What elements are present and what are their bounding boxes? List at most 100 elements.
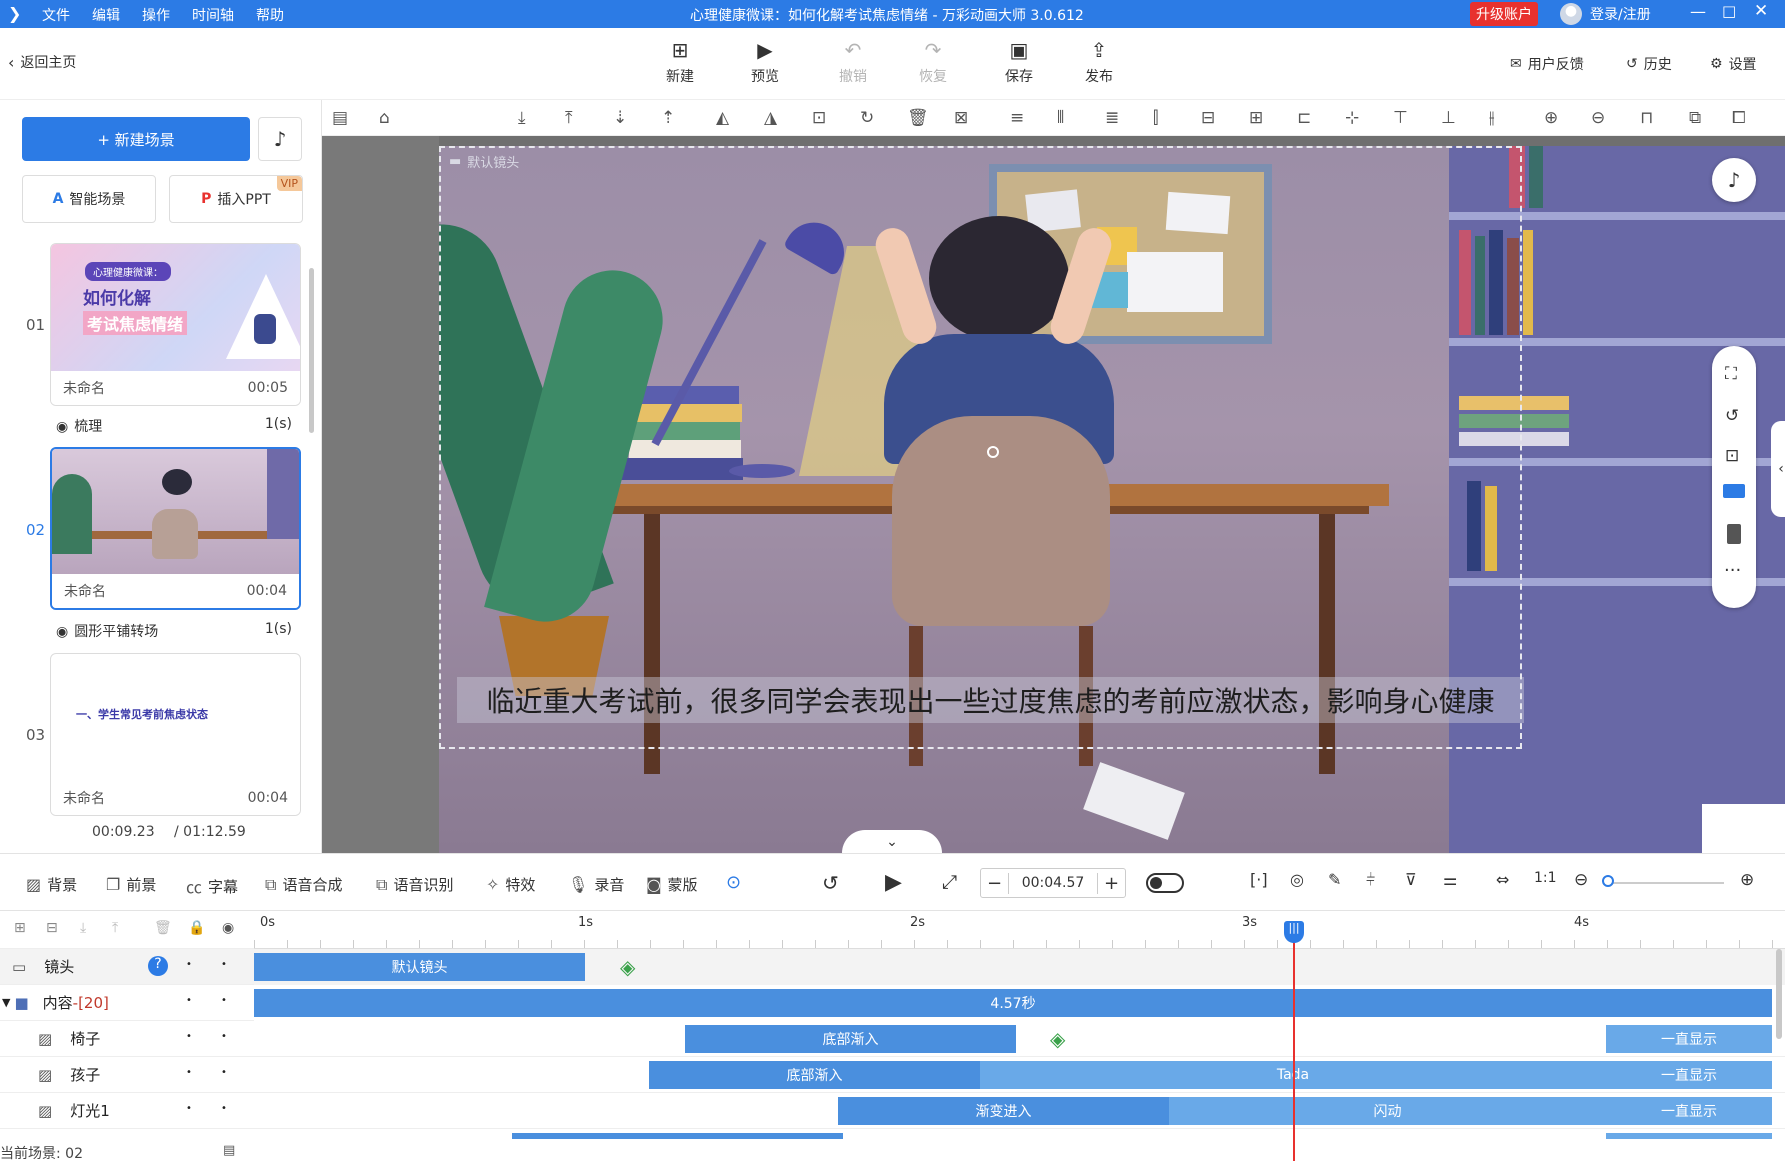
align-bottom-icon[interactable]: ≣ <box>1105 108 1119 128</box>
time-ruler[interactable]: 0s 1s 2s 3s 4s <box>254 911 1785 949</box>
scene-list-icon[interactable]: ▤ <box>223 1143 235 1158</box>
collapse-panel-button[interactable]: ‹ <box>1771 421 1785 517</box>
track-bar[interactable]: 一直显示 <box>1606 1061 1772 1089</box>
toggle-switch[interactable] <box>1146 873 1184 893</box>
music-button[interactable]: ♪ <box>258 117 302 161</box>
upgrade-button[interactable]: 升级账户 <box>1470 2 1538 26</box>
lock-icon[interactable]: ⊡ <box>812 108 826 128</box>
stage-canvas[interactable]: 临近重大考试前，很多同学会表现出一些过度焦虑的考前应激状态，影响身心健康 ▬ 默… <box>322 136 1785 853</box>
track-bar-partial[interactable] <box>1606 1133 1772 1139</box>
transition-row-1[interactable]: ◉ 梳理 1(s) <box>56 416 292 436</box>
play-button[interactable]: ▶ <box>885 870 902 895</box>
zoom-in-icon[interactable]: ⊕ <box>1544 108 1558 128</box>
time-value[interactable]: 00:04.57 <box>1009 875 1097 891</box>
tts-button[interactable]: ⧉ 语音合成 <box>265 874 342 895</box>
feedback-button[interactable]: ✉ 用户反馈 <box>1510 54 1584 74</box>
insert-ppt-button[interactable]: P 插入PPT VIP <box>169 175 303 223</box>
track-label-light[interactable]: ▨ 灯光1 • • <box>0 1093 254 1129</box>
scene-card-01[interactable]: 心理健康微课： 如何化解 考试焦虑情绪 未命名 00:05 <box>50 243 301 406</box>
flip-horizontal-icon[interactable]: ◭ <box>716 108 729 128</box>
send-backward-icon[interactable]: ⇣ <box>613 108 627 128</box>
add-keyframe-icon[interactable]: ◈ <box>1050 1027 1065 1051</box>
visibility-dot[interactable]: • <box>186 959 192 970</box>
foreground-button[interactable]: ❐ 前景 <box>106 874 156 895</box>
align-right-icon[interactable]: ⊏ <box>1297 108 1311 128</box>
track-bar[interactable]: 一直显示 <box>1606 1025 1772 1053</box>
caret-down-icon[interactable]: ▼ <box>2 996 10 1009</box>
replay-icon[interactable]: ↺ <box>822 871 839 895</box>
track-label-content[interactable]: ▼ ■ 内容 -[20] • • <box>0 985 254 1021</box>
move-up-icon[interactable]: ⤒ <box>112 920 118 936</box>
add-keyframe-icon[interactable]: ◈ <box>620 955 635 979</box>
minimize-icon[interactable]: — <box>1690 2 1706 21</box>
login-area[interactable]: ● 登录/注册 <box>1560 3 1651 25</box>
new-scene-button[interactable]: + 新建场景 <box>22 117 250 161</box>
timeline-scrollbar[interactable] <box>1776 949 1782 1039</box>
scene-card-03[interactable]: 一、学生常见考前焦虑状态 未命名 00:04 <box>50 653 301 816</box>
expand-icon[interactable]: ⤢ <box>942 871 957 893</box>
home-icon[interactable]: ⌂ <box>379 108 390 128</box>
track-bar[interactable]: 一直显示 <box>1606 1097 1772 1125</box>
lock-icon[interactable]: 🔒 <box>188 920 205 936</box>
transition-row-2[interactable]: ◉ 圆形平铺转场 1(s) <box>56 621 292 641</box>
camera-snapshot-icon[interactable]: ◎ <box>1290 870 1304 889</box>
align-left-icon[interactable]: ⫿ <box>1153 108 1158 128</box>
new-button[interactable]: ⊞ 新建 <box>650 40 710 86</box>
track-label-camera[interactable]: ▭ 镜头 ? • • <box>0 949 254 985</box>
history-button[interactable]: ↺ 历史 <box>1626 54 1672 74</box>
minimap[interactable] <box>1702 804 1785 853</box>
minus-icon[interactable]: − <box>981 872 1009 894</box>
menu-operate[interactable]: 操作 <box>142 5 170 25</box>
track-bar[interactable]: 闪动 <box>1169 1097 1606 1125</box>
maximize-icon[interactable]: □ <box>1722 2 1736 20</box>
playhead-handle[interactable]: ||| <box>1284 921 1304 943</box>
undo-button[interactable]: ↶ 撤销 <box>823 40 883 86</box>
split-icon[interactable]: ⫩ <box>1366 870 1375 890</box>
visibility-dot[interactable]: • <box>186 1103 192 1114</box>
fit-width-icon[interactable]: ⇔ <box>1496 870 1509 889</box>
save-button[interactable]: ▣ 保存 <box>989 40 1049 86</box>
track-bar[interactable]: 底部渐入 <box>685 1025 1016 1053</box>
track-bar[interactable]: 默认镜头 <box>254 953 585 981</box>
menu-file[interactable]: 文件 <box>42 5 70 25</box>
fullscreen-icon[interactable]: ⛶ <box>1725 364 1737 384</box>
smart-scene-button[interactable]: A 智能场景 <box>22 175 156 223</box>
redo-button[interactable]: ↷ 恢复 <box>903 40 963 86</box>
align-middle-icon[interactable]: ⫴ <box>1057 108 1064 128</box>
unlock-icon[interactable]: ⊓ <box>1640 108 1653 128</box>
filter-icon[interactable]: ⊽ <box>1405 870 1417 889</box>
menu-timeline[interactable]: 时间轴 <box>192 5 234 25</box>
speech-recognition-button[interactable]: ⧉ 语音识别 <box>376 874 453 895</box>
menu-help[interactable]: 帮助 <box>256 5 284 25</box>
lock-dot[interactable]: • <box>221 1067 227 1078</box>
bottom-edge-icon[interactable]: ⊥ <box>1441 108 1456 128</box>
zoom-slider-knob[interactable] <box>1602 875 1614 887</box>
track-bar[interactable]: 渐变进入 <box>838 1097 1169 1125</box>
new-folder-icon[interactable]: ⊞ <box>14 920 26 936</box>
scenes-scrollbar[interactable] <box>309 268 314 433</box>
settings-button[interactable]: ⚙ 设置 <box>1710 54 1757 74</box>
align-center-icon[interactable]: ⊹ <box>1345 108 1359 128</box>
publish-button[interactable]: ⇪ 发布 <box>1069 40 1129 86</box>
folder-add-icon[interactable]: ⊟ <box>46 920 58 936</box>
visibility-dot[interactable]: • <box>186 1031 192 1042</box>
move-down-icon[interactable]: ⤓ <box>518 108 526 128</box>
rotate-icon[interactable]: ↻ <box>860 108 874 128</box>
delete-icon[interactable]: 🗑 <box>907 108 929 128</box>
move-down-icon[interactable]: ⤓ <box>80 920 86 936</box>
distribute-h-icon[interactable]: ⊟ <box>1201 108 1215 128</box>
visibility-dot[interactable]: • <box>186 995 192 1006</box>
track-bar[interactable]: 4.57秒 <box>254 989 1772 1017</box>
more-icon[interactable]: ··· <box>1724 560 1741 581</box>
collapse-timeline-button[interactable]: ⌄ <box>842 830 942 853</box>
lock-dot[interactable]: • <box>221 1031 227 1042</box>
more-circle-icon[interactable]: ⊙ <box>726 872 741 893</box>
effects-button[interactable]: ✧ 特效 <box>486 874 535 895</box>
track-label-kid[interactable]: ▨ 孩子 • • <box>0 1057 254 1093</box>
sliders-icon[interactable]: ⚌ <box>1443 870 1457 889</box>
lock-dot[interactable]: • <box>221 959 227 970</box>
back-home-button[interactable]: ‹ 返回主页 <box>8 52 76 72</box>
zoom-out-icon[interactable]: ⊖ <box>1574 870 1588 890</box>
portrait-icon[interactable] <box>1727 524 1741 544</box>
music-float-button[interactable]: ♪ <box>1712 158 1756 202</box>
